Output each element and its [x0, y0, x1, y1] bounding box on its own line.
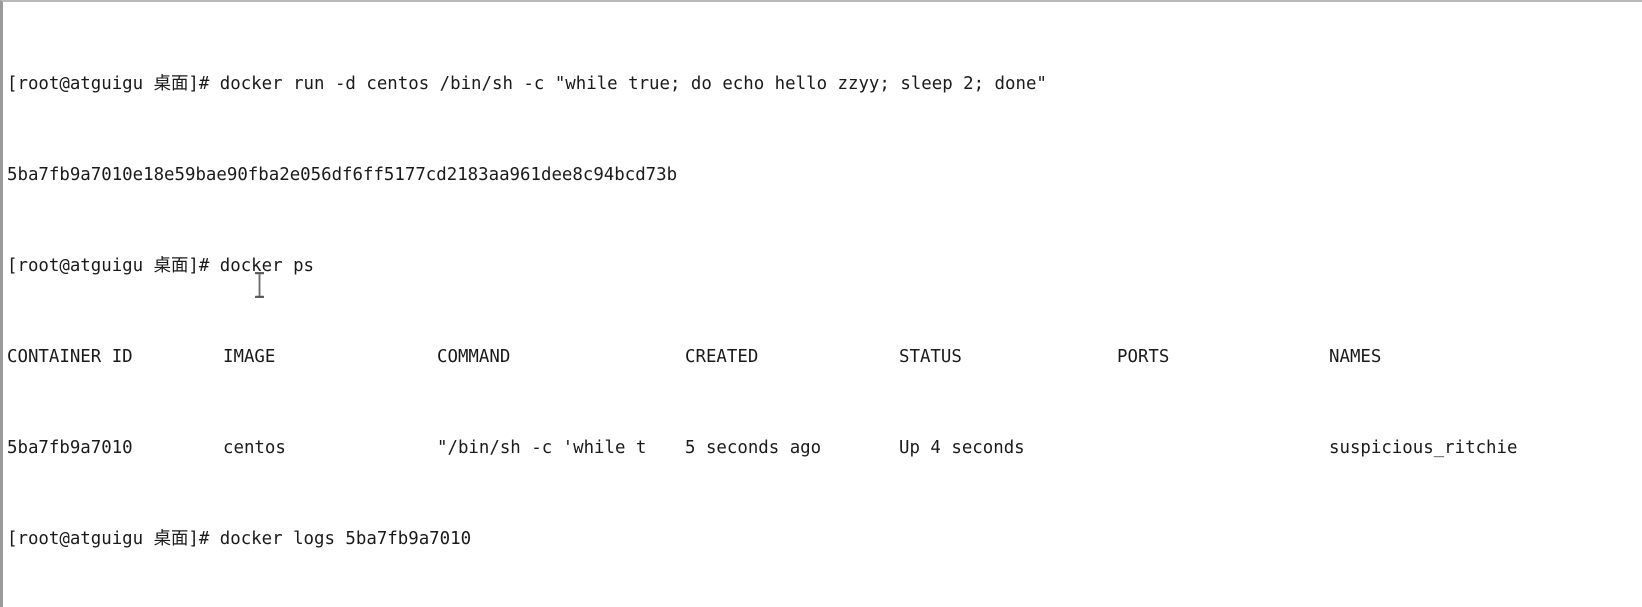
- docker-ps-header-row: CONTAINER ID IMAGE COMMAND CREATED STATU…: [7, 346, 1642, 369]
- header-container-id: CONTAINER ID: [7, 347, 133, 368]
- header-created: CREATED: [685, 347, 759, 368]
- terminal-window[interactable]: [root@atguigu 桌面]# docker run -d centos …: [0, 0, 1642, 607]
- cell-command: "/bin/sh -c 'while t: [437, 438, 647, 459]
- terminal-output-area[interactable]: [root@atguigu 桌面]# docker run -d centos …: [3, 2, 1642, 607]
- command-line-docker-ps: [root@atguigu 桌面]# docker ps: [7, 256, 315, 277]
- header-ports: PORTS: [1117, 347, 1170, 368]
- header-status: STATUS: [899, 347, 962, 368]
- header-image: IMAGE: [223, 347, 276, 368]
- cell-status: Up 4 seconds: [899, 438, 1025, 459]
- header-names: NAMES: [1329, 347, 1382, 368]
- command-line-docker-logs: [root@atguigu 桌面]# docker logs 5ba7fb9a7…: [7, 529, 472, 550]
- docker-ps-container-row: 5ba7fb9a7010 centos "/bin/sh -c 'while t…: [7, 437, 1642, 460]
- container-id-hash-output: 5ba7fb9a7010e18e59bae90fba2e056df6ff5177…: [7, 165, 678, 186]
- header-command: COMMAND: [437, 347, 511, 368]
- cell-names: suspicious_ritchie: [1329, 438, 1518, 459]
- cell-image: centos: [223, 438, 286, 459]
- command-line-docker-run: [root@atguigu 桌面]# docker run -d centos …: [7, 74, 1047, 95]
- cell-container-id: 5ba7fb9a7010: [7, 438, 133, 459]
- cell-created: 5 seconds ago: [685, 438, 822, 459]
